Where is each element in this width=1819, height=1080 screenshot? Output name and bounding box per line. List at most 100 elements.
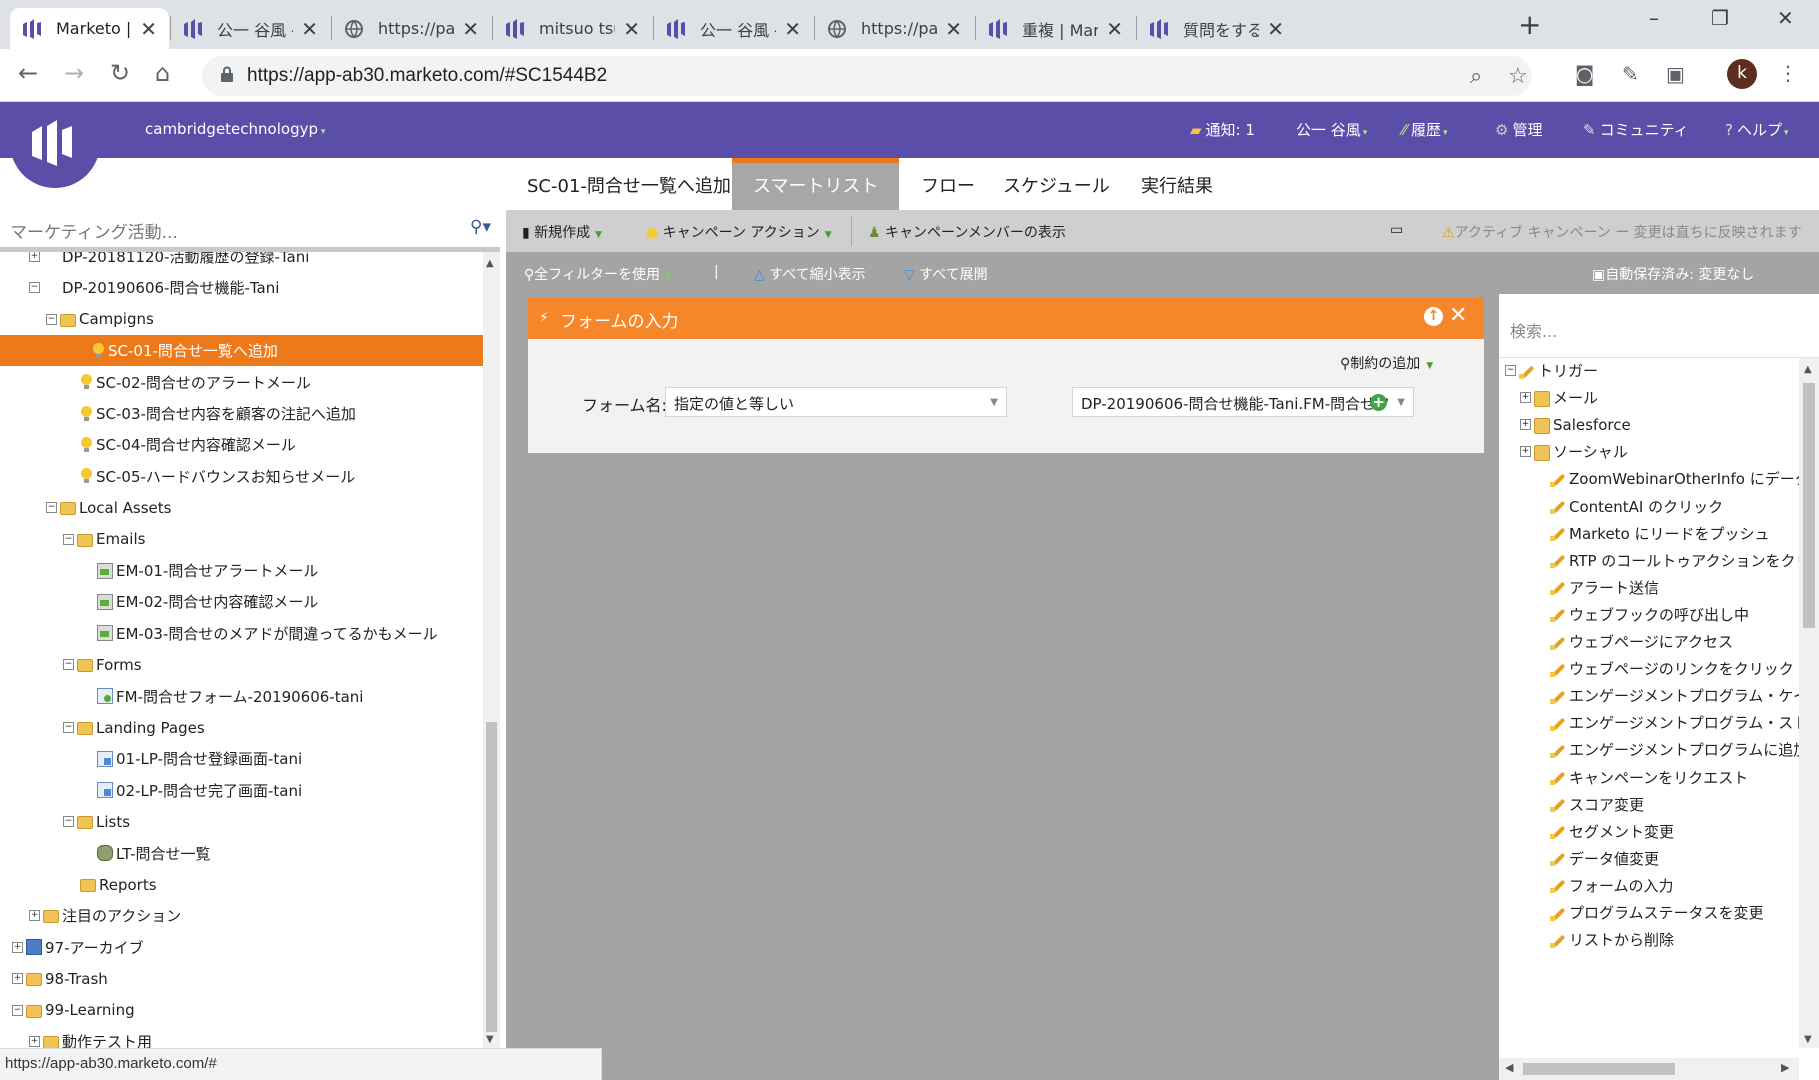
collapse-toggle-icon[interactable]: − — [29, 282, 40, 294]
new-button[interactable]: ▮ 新規作成 ▼ — [522, 222, 602, 242]
collapse-toggle-icon[interactable]: − — [46, 313, 57, 325]
palette-scrollbar[interactable]: ▲ ▼ — [1799, 358, 1819, 1048]
palette-hscrollbar[interactable]: ◀ ▶ — [1499, 1058, 1799, 1080]
user-menu[interactable]: 公一 谷風 ▾ — [1296, 119, 1367, 140]
expand-toggle-icon[interactable]: + — [12, 941, 23, 953]
new-tab-button[interactable]: + — [1518, 8, 1541, 41]
tree-item[interactable]: + 注目のアクション — [29, 900, 181, 931]
tree-item[interactable]: SC-03-問合せ内容を顧客の注記へ追加 — [80, 398, 356, 429]
scroll-up-icon[interactable]: ▲ — [1804, 364, 1812, 375]
expand-toggle-icon[interactable]: + — [1520, 392, 1531, 404]
browser-tab[interactable]: https://page ✕ — [815, 8, 974, 49]
tree-item[interactable]: + DP-20181120-活動履歴の登録-Tani — [29, 252, 309, 272]
url-text[interactable]: https://app-ab30.marketo.com/#SC1544B2 — [247, 65, 607, 87]
tree-item-selected[interactable]: SC-01-問合せ一覧へ追加 — [0, 335, 483, 367]
tree-item[interactable]: − Campigns — [46, 304, 154, 335]
tree-scrollbar[interactable]: ▲ ▼ — [483, 252, 500, 1048]
panel-icon[interactable]: ▭ — [1390, 222, 1403, 238]
collapse-all-button[interactable]: △ すべて縮小表示 — [754, 264, 866, 284]
tree-item[interactable]: EM-01-問合せアラートメール — [97, 555, 318, 586]
collapse-toggle-icon[interactable]: − — [63, 816, 74, 828]
collapse-toggle-icon[interactable]: − — [63, 659, 74, 671]
close-tab-icon[interactable]: ✕ — [301, 17, 318, 41]
tree-scrollbar-thumb[interactable] — [486, 722, 497, 1032]
home-icon[interactable]: ⌂ — [155, 59, 170, 87]
palette-hscrollbar-thumb[interactable] — [1523, 1063, 1675, 1075]
expand-toggle-icon[interactable]: + — [12, 973, 23, 985]
tree-item[interactable]: 01-LP-問合せ登録画面-tani — [97, 743, 302, 774]
marketo-logo[interactable] — [10, 102, 100, 188]
tree-item[interactable]: SC-04-問合せ内容確認メール — [80, 429, 296, 460]
browser-tab[interactable]: 質問をする | ✕ — [1137, 8, 1296, 49]
tree-item[interactable]: − DP-20190606-問合せ機能-Tani — [29, 272, 279, 303]
close-tab-icon[interactable]: ✕ — [1267, 17, 1284, 41]
close-tab-icon[interactable]: ✕ — [623, 17, 640, 41]
collapse-toggle-icon[interactable]: − — [63, 533, 74, 545]
browser-tab[interactable]: 公一 谷風 - ✕ — [654, 8, 813, 49]
tab-results[interactable]: 実行結果 — [1120, 158, 1234, 210]
expand-toggle-icon[interactable]: + — [1520, 419, 1531, 431]
tree-item[interactable]: +97-アーカイブ — [12, 932, 144, 963]
campaign-action-button[interactable]: ● キャンペーン アクション ▼ — [646, 222, 832, 242]
use-all-filters-button[interactable]: ⚲全フィルターを使用 ▼ — [524, 264, 671, 284]
history-menu[interactable]: ⁄⁄ 履歴 ▾ — [1402, 119, 1448, 140]
browser-tab[interactable]: 重複 | Marke ✕ — [976, 8, 1135, 49]
tree-item[interactable]: − Lists — [63, 806, 130, 837]
tree-item[interactable]: SC-05-ハードバウンスお知らせメール — [80, 461, 355, 492]
marketing-search[interactable]: マーケティング活動... ⚲▾ — [0, 209, 500, 252]
form-value-select[interactable]: DP-20190606-問合せ機能-Tani.FM-問合せフ + ▼ — [1072, 387, 1414, 417]
back-icon[interactable]: ← — [18, 59, 38, 87]
tree-item[interactable]: SC-02-問合せのアラートメール — [80, 367, 311, 398]
tree-item[interactable]: − Emails — [63, 524, 145, 555]
tree-item[interactable]: +98-Trash — [12, 963, 108, 994]
camera-icon[interactable]: ◙ — [1575, 62, 1594, 86]
close-window-icon[interactable]: ✕ — [1777, 6, 1794, 30]
tree-item[interactable]: + 動作テスト用 — [29, 1026, 152, 1048]
scroll-up-icon[interactable]: ▲ — [486, 258, 494, 269]
collapse-toggle-icon[interactable]: − — [63, 722, 74, 733]
tree-item[interactable]: LT-問合せ一覧 — [97, 838, 211, 869]
close-tab-icon[interactable]: ✕ — [945, 17, 962, 41]
browser-tab[interactable]: https://page ✕ — [332, 8, 491, 49]
help-menu[interactable]: ? ヘルプ ▾ — [1725, 119, 1789, 140]
filter-icon[interactable]: ⚲▾ — [470, 217, 491, 237]
expand-toggle-icon[interactable]: + — [29, 1036, 40, 1047]
expand-all-button[interactable]: ▽ すべて展開 — [904, 264, 988, 284]
avatar[interactable]: k — [1727, 59, 1757, 89]
tab-smart-list[interactable]: スマートリスト — [732, 158, 900, 210]
add-constraint-button[interactable]: ⚲制約の追加 ▼ — [1340, 353, 1433, 373]
palette-scrollbar-thumb[interactable] — [1803, 383, 1815, 628]
screen-icon[interactable]: ▣ — [1666, 62, 1685, 86]
tree-item[interactable]: − Local Assets — [46, 492, 171, 523]
browser-tab[interactable]: mitsuo tsuch ✕ — [493, 8, 652, 49]
tab-campaign-name[interactable]: SC-01-問合せ一覧へ追加 — [506, 158, 752, 210]
address-bar[interactable]: https://app-ab30.marketo.com/#SC1544B2 ⌕… — [202, 56, 1532, 96]
tree-item[interactable]: FM-問合せフォーム-20190606-tani — [97, 681, 363, 712]
admin-link[interactable]: ⚙ 管理 — [1495, 119, 1542, 140]
reload-icon[interactable]: ↻ — [110, 59, 130, 87]
close-tab-icon[interactable]: ✕ — [462, 17, 479, 41]
add-value-icon[interactable]: + — [1370, 394, 1387, 411]
tree-item[interactable]: EM-03-問合せのメアドが間違ってるかもメール — [97, 618, 438, 649]
tab-schedule[interactable]: スケジュール — [982, 158, 1131, 210]
palette-search[interactable]: 検索... — [1499, 294, 1819, 358]
scroll-left-icon[interactable]: ◀ — [1505, 1061, 1513, 1074]
close-tab-icon[interactable]: ✕ — [140, 17, 157, 41]
scroll-right-icon[interactable]: ▶ — [1781, 1061, 1789, 1074]
tree-item[interactable]: EM-02-問合せ内容確認メール — [97, 586, 318, 617]
forward-icon[interactable]: → — [64, 59, 84, 87]
show-members-button[interactable]: ♟ キャンペーンメンバーの表示 — [868, 222, 1066, 242]
move-up-icon[interactable]: ↑ — [1424, 307, 1443, 326]
close-icon[interactable]: ✕ — [1449, 303, 1467, 328]
expand-toggle-icon[interactable]: + — [1520, 446, 1531, 458]
tree-item[interactable]: − Forms — [63, 649, 142, 680]
restore-icon[interactable]: ❐ — [1711, 6, 1729, 30]
menu-icon[interactable]: ⋮ — [1778, 61, 1798, 85]
operator-select[interactable]: 指定の値と等しい ▼ — [665, 387, 1007, 417]
tree-item[interactable]: − 99-Learning — [12, 995, 135, 1026]
close-tab-icon[interactable]: ✕ — [1106, 17, 1123, 41]
scroll-down-icon[interactable]: ▼ — [1804, 1034, 1812, 1045]
extension-icon[interactable]: ✎ — [1622, 62, 1639, 86]
close-tab-icon[interactable]: ✕ — [784, 17, 801, 41]
trigger-header[interactable]: ⚡ フォームの入力 ↑ ✕ — [528, 297, 1484, 339]
